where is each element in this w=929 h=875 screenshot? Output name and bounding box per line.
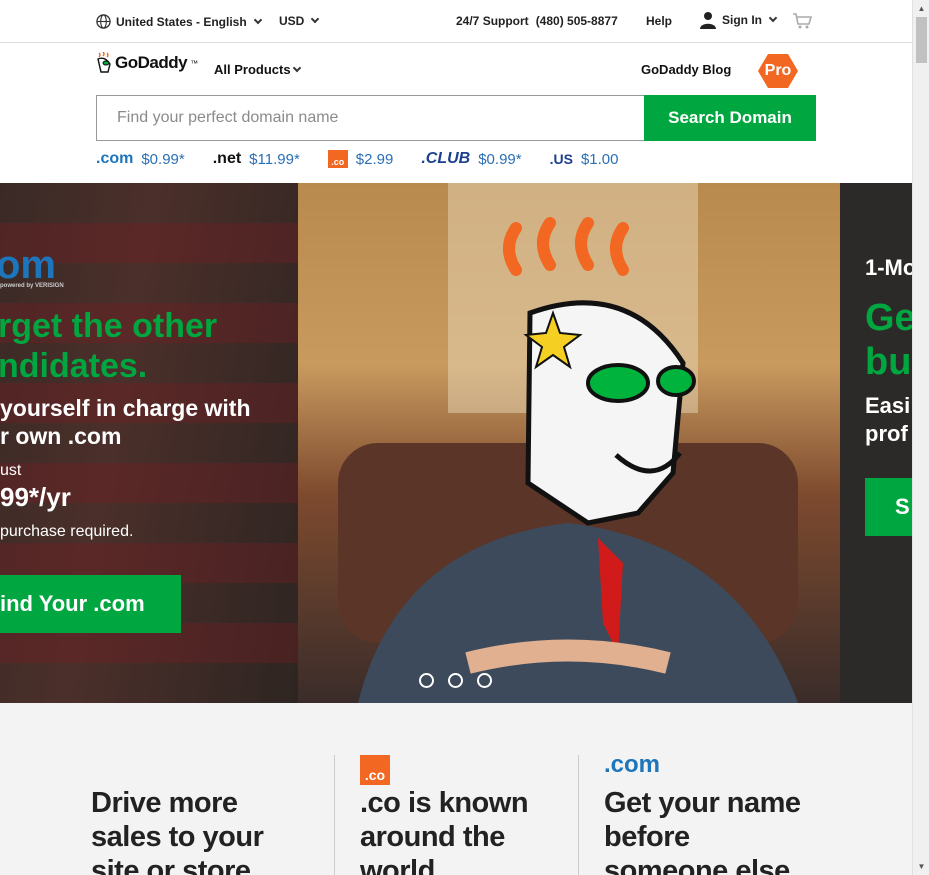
next-slide-headline: bu	[865, 341, 912, 383]
pro-link[interactable]: Pro	[758, 54, 798, 88]
scroll-down-arrow-icon[interactable]: ▼	[913, 858, 929, 875]
cart-button[interactable]	[792, 12, 812, 30]
carousel-dot[interactable]	[477, 673, 492, 688]
help-label: Help	[646, 14, 673, 28]
tld-co[interactable]: .co $2.99	[327, 150, 394, 168]
next-slide-text: prof	[865, 421, 908, 446]
carousel-dot[interactable]	[419, 673, 434, 688]
help-link[interactable]: Help	[646, 14, 672, 28]
tld-name: .net	[212, 150, 242, 167]
page: United States - English USD 24/7 Support…	[0, 0, 929, 875]
tld-price: $0.99*	[141, 150, 185, 168]
support-label: 24/7 Support	[456, 14, 529, 28]
tld-co-icon: .co	[327, 150, 348, 168]
carousel-dot[interactable]	[448, 673, 463, 688]
carousel-dots	[419, 673, 492, 688]
locale-selector[interactable]: United States - English	[96, 14, 262, 29]
next-slide-button[interactable]: S	[865, 478, 912, 536]
main-header: GoDaddy ™ All Products GoDaddy Blog Pro	[0, 43, 912, 95]
divider	[334, 755, 335, 875]
hero-headline: rget the other	[0, 307, 218, 345]
all-products-menu[interactable]: All Products	[214, 62, 301, 77]
currency-label: USD	[279, 14, 305, 28]
co-icon: .co	[360, 755, 390, 785]
page-scrollbar[interactable]: ▲ ▼	[912, 0, 929, 875]
cart-icon	[793, 13, 812, 29]
godaddy-guy-icon	[97, 52, 111, 73]
divider	[578, 755, 579, 875]
scroll-up-arrow-icon[interactable]: ▲	[913, 0, 929, 17]
com-logo: om	[0, 243, 56, 287]
globe-icon	[96, 14, 111, 29]
hero-subheadline: r own .com	[0, 423, 122, 449]
locale-label: United States - English	[116, 14, 247, 29]
sign-in-label: Sign In	[722, 13, 762, 27]
hero-subheadline: yourself in charge with	[0, 395, 251, 421]
hero-image	[298, 183, 840, 703]
hero-carousel: om powered by VERISIGN rget the other nd…	[0, 183, 912, 703]
tld-us[interactable]: .US $1.00	[550, 150, 619, 168]
all-products-label: All Products	[214, 62, 291, 77]
support-link[interactable]: 24/7 Support (480) 505-8877	[456, 14, 618, 28]
tld-price: $0.99*	[478, 150, 522, 168]
godaddy-logo[interactable]: GoDaddy ™	[96, 52, 198, 74]
trademark: ™	[190, 58, 199, 68]
currency-selector[interactable]: USD	[279, 14, 320, 28]
next-slide-text: Easi	[865, 393, 911, 418]
hero-price: 99*/yr	[0, 482, 71, 512]
tld-name: .com	[96, 150, 134, 167]
godaddy-mascot-image	[338, 183, 798, 703]
hero-just-label: ust	[0, 462, 22, 479]
scroll-thumb[interactable]	[916, 17, 927, 63]
feature-title: Drive more sales to your site or store	[91, 787, 264, 875]
hero-disclaimer: purchase required.	[0, 523, 134, 540]
verisign-label: powered by VERISIGN	[0, 283, 64, 289]
chevron-down-icon	[311, 14, 320, 24]
domain-search: Search Domain	[96, 95, 816, 141]
tld-name: .US	[549, 151, 573, 167]
feature-title: .co is known around the world	[360, 787, 529, 875]
chevron-down-icon	[292, 63, 301, 72]
tld-name: .CLUB	[421, 150, 471, 167]
tld-net[interactable]: .net $11.99*	[213, 150, 300, 168]
domain-search-input[interactable]	[96, 95, 644, 141]
tld-price: $2.99	[355, 150, 394, 168]
sign-in-menu[interactable]: Sign In	[699, 11, 778, 29]
tld-price: $1.00	[580, 150, 619, 168]
chevron-down-icon	[253, 15, 262, 24]
support-phone: (480) 505-8877	[535, 14, 618, 28]
tld-price: $11.99*	[249, 150, 300, 168]
search-domain-button[interactable]: Search Domain	[644, 95, 816, 141]
next-slide-text: 1-Mo	[865, 255, 912, 280]
hero-headline: ndidates.	[0, 347, 148, 385]
chevron-down-icon	[768, 13, 778, 23]
blog-link[interactable]: GoDaddy Blog	[641, 62, 731, 77]
tld-club[interactable]: .CLUB $0.99*	[421, 150, 521, 168]
features-section: Drive more sales to your site or store .…	[0, 703, 912, 875]
utility-bar: United States - English USD 24/7 Support…	[0, 0, 912, 43]
user-icon	[700, 12, 716, 29]
feature-title: Get your name before someone else	[604, 787, 801, 875]
tld-com[interactable]: .com $0.99*	[96, 150, 185, 168]
tld-price-list: .com $0.99* .net $11.99* .co $2.99 .CLUB…	[96, 150, 646, 168]
brand-name: GoDaddy	[115, 53, 188, 72]
find-your-com-button[interactable]: ind Your .com	[0, 575, 181, 633]
com-icon: .com	[604, 751, 661, 778]
next-slide-headline: Ge	[865, 297, 912, 339]
